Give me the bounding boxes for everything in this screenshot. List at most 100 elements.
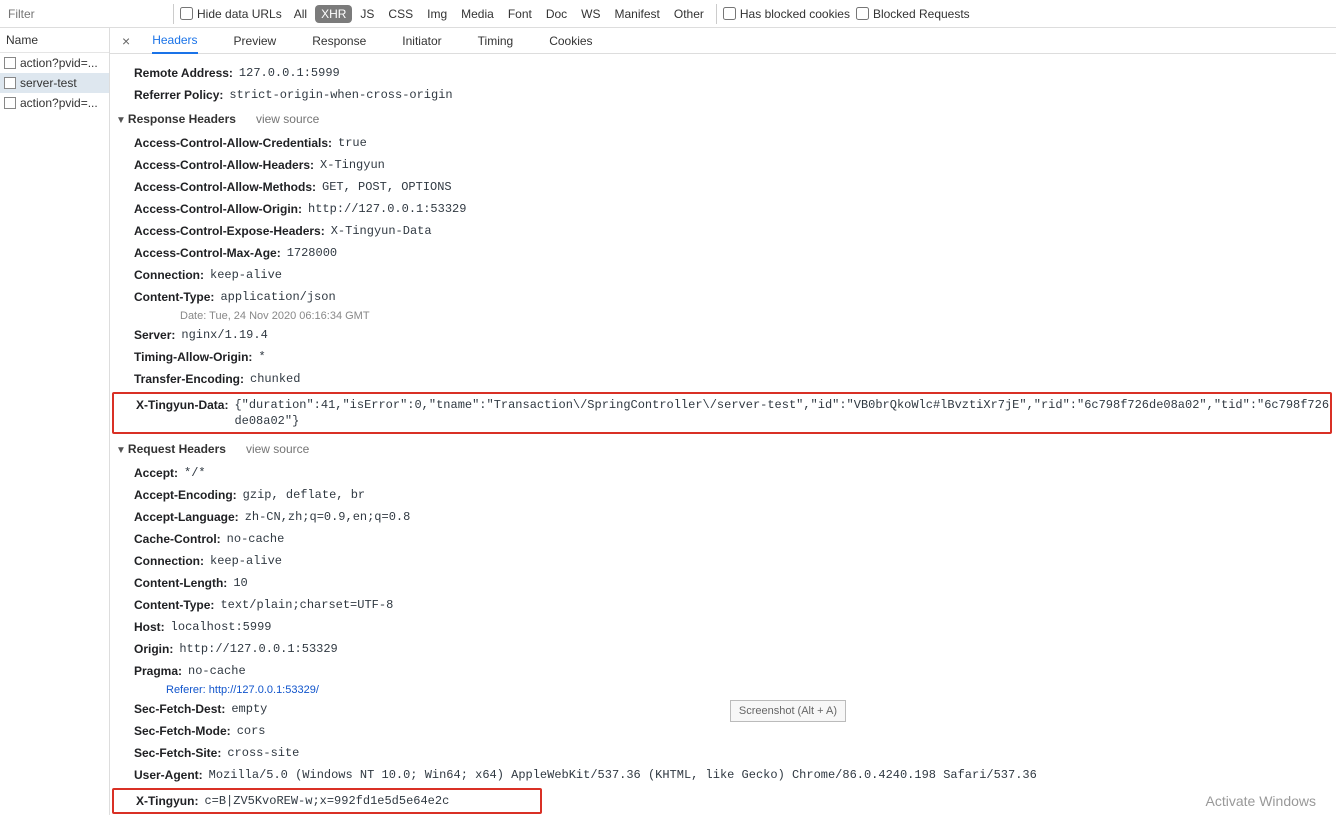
header-key: Access-Control-Allow-Headers: (134, 157, 314, 173)
header-row: Access-Control-Allow-Credentials:true (110, 132, 1336, 154)
type-filter-all[interactable]: All (288, 5, 313, 23)
sidebar-header-name[interactable]: Name (0, 28, 109, 53)
activate-windows-watermark: Activate Windows (1206, 793, 1316, 809)
request-list: action?pvid=...server-testaction?pvid=..… (0, 53, 109, 113)
header-key: X-Tingyun-Data: (136, 397, 228, 429)
header-key: Access-Control-Expose-Headers: (134, 223, 325, 239)
header-key: Remote Address: (134, 65, 233, 81)
type-filter-other[interactable]: Other (668, 5, 710, 23)
request-row[interactable]: action?pvid=... (0, 93, 109, 113)
header-value: no-cache (188, 663, 246, 679)
header-row: Access-Control-Max-Age: 1728000 (110, 242, 1336, 264)
tab-preview[interactable]: Preview (234, 29, 277, 53)
request-name: action?pvid=... (20, 96, 98, 110)
caret-down-icon: ▼ (116, 445, 126, 456)
header-key: Accept: (134, 465, 178, 481)
filter-input[interactable] (4, 4, 167, 24)
header-row: Sec-Fetch-Site:cross-site (110, 742, 1336, 764)
response-date-meta: Date: Tue, 24 Nov 2020 06:16:34 GMT (110, 308, 1336, 324)
header-value: keep-alive (210, 267, 282, 283)
header-value: zh-CN,zh;q=0.9,en;q=0.8 (245, 509, 411, 525)
blocked-requests-label: Blocked Requests (873, 7, 970, 21)
request-headers-title: Request Headers (128, 442, 226, 456)
header-row: Sec-Fetch-Dest:empty (110, 698, 1336, 720)
detail-panel: × Headers Preview Response Initiator Timing C… (110, 28, 1336, 815)
header-value: strict-origin-when-cross-origin (229, 87, 452, 103)
close-icon[interactable]: × (118, 33, 134, 49)
header-row: Access-Control-Allow-Headers:X-Tingyun (110, 154, 1336, 176)
response-headers-list-2: Server:nginx/1.19.4Timing-Allow-Origin:*… (110, 324, 1336, 390)
request-row[interactable]: server-test (0, 73, 109, 93)
view-source-link[interactable]: view source (256, 112, 319, 126)
caret-down-icon: ▼ (116, 115, 126, 126)
request-headers-section[interactable]: ▼Request Headers view source (110, 436, 1336, 462)
header-key: Origin: (134, 641, 173, 657)
type-filter-group: AllXHRJSCSSImgMediaFontDocWSManifestOthe… (288, 5, 710, 23)
toolbar-divider (173, 4, 174, 24)
header-row: Cache-Control:no-cache (110, 528, 1336, 550)
detail-tabs: × Headers Preview Response Initiator Timing C… (110, 28, 1336, 54)
type-filter-doc[interactable]: Doc (540, 5, 573, 23)
type-filter-font[interactable]: Font (502, 5, 538, 23)
header-value: http://127.0.0.1:53329 (308, 201, 466, 217)
header-key: Timing-Allow-Origin: (134, 349, 252, 365)
response-headers-section[interactable]: ▼Response Headers view source (110, 106, 1336, 132)
header-value: {"duration":41,"isError":0,"tname":"Tran… (234, 397, 1330, 429)
header-row: Timing-Allow-Origin:* (110, 346, 1336, 368)
tab-timing[interactable]: Timing (478, 29, 514, 53)
tab-initiator[interactable]: Initiator (402, 29, 441, 53)
header-value: chunked (250, 371, 300, 387)
request-headers-list: Accept:*/*Accept-Encoding:gzip, deflate,… (110, 462, 1336, 682)
type-filter-img[interactable]: Img (421, 5, 453, 23)
header-key: Content-Type: (134, 289, 214, 305)
blocked-requests-checkbox[interactable]: Blocked Requests (856, 7, 970, 21)
type-filter-manifest[interactable]: Manifest (609, 5, 666, 23)
hide-data-urls-checkbox[interactable]: Hide data URLs (180, 7, 282, 21)
view-source-link[interactable]: view source (246, 442, 309, 456)
detail-body: Remote Address: 127.0.0.1:5999 Referrer … (110, 54, 1336, 815)
header-key: Access-Control-Max-Age: (134, 245, 281, 261)
response-headers-list: Access-Control-Allow-Credentials:trueAcc… (110, 132, 1336, 308)
highlight-x-tingyun: X-Tingyun: c=B|ZV5KvoREW-w;x=992fd1e5d5e… (112, 788, 542, 814)
header-value: */* (184, 465, 206, 481)
type-filter-xhr[interactable]: XHR (315, 5, 352, 23)
type-filter-css[interactable]: CSS (382, 5, 419, 23)
request-checkbox[interactable] (4, 57, 16, 69)
header-value: no-cache (227, 531, 285, 547)
header-row: Access-Control-Allow-Origin: http://127.0… (110, 198, 1336, 220)
type-filter-js[interactable]: JS (354, 5, 380, 23)
tab-response[interactable]: Response (312, 29, 366, 53)
header-value: 127.0.0.1:5999 (239, 65, 340, 81)
request-checkbox[interactable] (4, 77, 16, 89)
header-row: Sec-Fetch-Mode: cors (110, 720, 1336, 742)
header-value: c=B|ZV5KvoREW-w;x=992fd1e5d5e64e2c (204, 793, 449, 809)
blocked-requests-input[interactable] (856, 7, 869, 20)
header-key: X-Tingyun: (136, 793, 198, 809)
header-key: User-Agent: (134, 767, 203, 783)
network-toolbar: Hide data URLs AllXHRJSCSSImgMediaFontDo… (0, 0, 1336, 28)
header-value: nginx/1.19.4 (181, 327, 267, 343)
header-key: Sec-Fetch-Mode: (134, 723, 231, 739)
tab-cookies[interactable]: Cookies (549, 29, 592, 53)
has-blocked-cookies-input[interactable] (723, 7, 736, 20)
hide-data-urls-input[interactable] (180, 7, 193, 20)
header-row: Content-Type:text/plain;charset=UTF-8 (110, 594, 1336, 616)
header-remote-address: Remote Address: 127.0.0.1:5999 (110, 62, 1336, 84)
main-area: Name action?pvid=...server-testaction?pv… (0, 28, 1336, 815)
header-value: 1728000 (287, 245, 337, 261)
header-key: Accept-Encoding: (134, 487, 237, 503)
type-filter-media[interactable]: Media (455, 5, 500, 23)
request-row[interactable]: action?pvid=... (0, 53, 109, 73)
header-row: Origin:http://127.0.0.1:53329 (110, 638, 1336, 660)
header-key: Access-Control-Allow-Origin: (134, 201, 302, 217)
referer-link[interactable]: Referer: http://127.0.0.1:53329/ (110, 682, 1336, 698)
request-checkbox[interactable] (4, 97, 16, 109)
type-filter-ws[interactable]: WS (575, 5, 606, 23)
has-blocked-cookies-checkbox[interactable]: Has blocked cookies (723, 7, 850, 21)
highlight-x-tingyun-data: X-Tingyun-Data: {"duration":41,"isError"… (112, 392, 1332, 434)
tab-headers[interactable]: Headers (152, 28, 197, 54)
header-x-tingyun-data: X-Tingyun-Data: {"duration":41,"isError"… (114, 394, 1330, 432)
header-key: Connection: (134, 267, 204, 283)
header-value: cors (237, 723, 266, 739)
header-row: Connection: keep-alive (110, 264, 1336, 286)
